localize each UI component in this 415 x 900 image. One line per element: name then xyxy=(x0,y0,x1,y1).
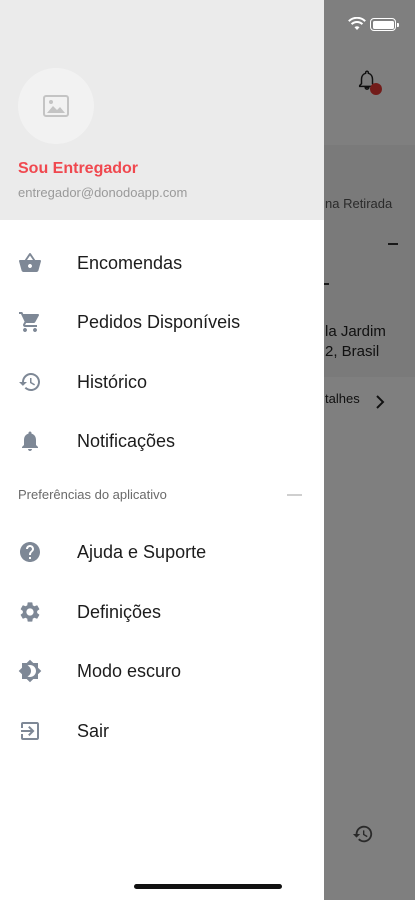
menu-item-label: Histórico xyxy=(77,371,148,392)
image-placeholder-icon xyxy=(43,95,69,117)
navigation-drawer: Sou Entregador entregador@donodoapp.com … xyxy=(0,0,324,900)
menu-item-notificacoes[interactable]: Notificações xyxy=(0,415,324,467)
wifi-icon xyxy=(348,16,366,36)
menu-item-label: Modo escuro xyxy=(77,660,182,681)
menu-item-pedidos-disponiveis[interactable]: Pedidos Disponíveis xyxy=(0,296,324,348)
menu-item-label: Pedidos Disponíveis xyxy=(77,311,241,332)
logout-icon xyxy=(18,719,42,743)
menu-item-definicoes[interactable]: Definições xyxy=(0,586,324,638)
menu-item-label: Definições xyxy=(77,601,162,622)
menu-item-ajuda-suporte[interactable]: Ajuda e Suporte xyxy=(0,526,324,578)
user-name: Sou Entregador xyxy=(18,160,139,177)
dark-mode-icon xyxy=(18,659,42,683)
menu-item-sair[interactable]: Sair xyxy=(0,705,324,757)
menu-item-label: Notificações xyxy=(77,430,176,451)
user-email: entregador@donodoapp.com xyxy=(18,185,188,200)
avatar[interactable] xyxy=(18,68,94,144)
menu-item-label: Encomendas xyxy=(77,252,183,273)
cart-icon xyxy=(18,310,42,334)
menu-item-historico[interactable]: Histórico xyxy=(0,356,324,408)
menu-item-label: Ajuda e Suporte xyxy=(77,541,207,562)
gear-icon xyxy=(18,600,42,624)
section-title-preferences: Preferências do aplicativo xyxy=(18,487,167,502)
basket-icon xyxy=(18,251,42,275)
bell-icon xyxy=(18,429,42,453)
menu-item-label: Sair xyxy=(77,720,110,741)
drawer-header: Sou Entregador entregador@donodoapp.com xyxy=(0,0,324,220)
menu-item-encomendas[interactable]: Encomendas xyxy=(0,237,324,289)
section-divider xyxy=(287,494,302,496)
menu-item-modo-escuro[interactable]: Modo escuro xyxy=(0,645,324,697)
home-indicator[interactable] xyxy=(134,884,282,889)
battery-icon xyxy=(370,18,399,31)
help-icon xyxy=(18,540,42,564)
history-icon xyxy=(18,370,42,394)
